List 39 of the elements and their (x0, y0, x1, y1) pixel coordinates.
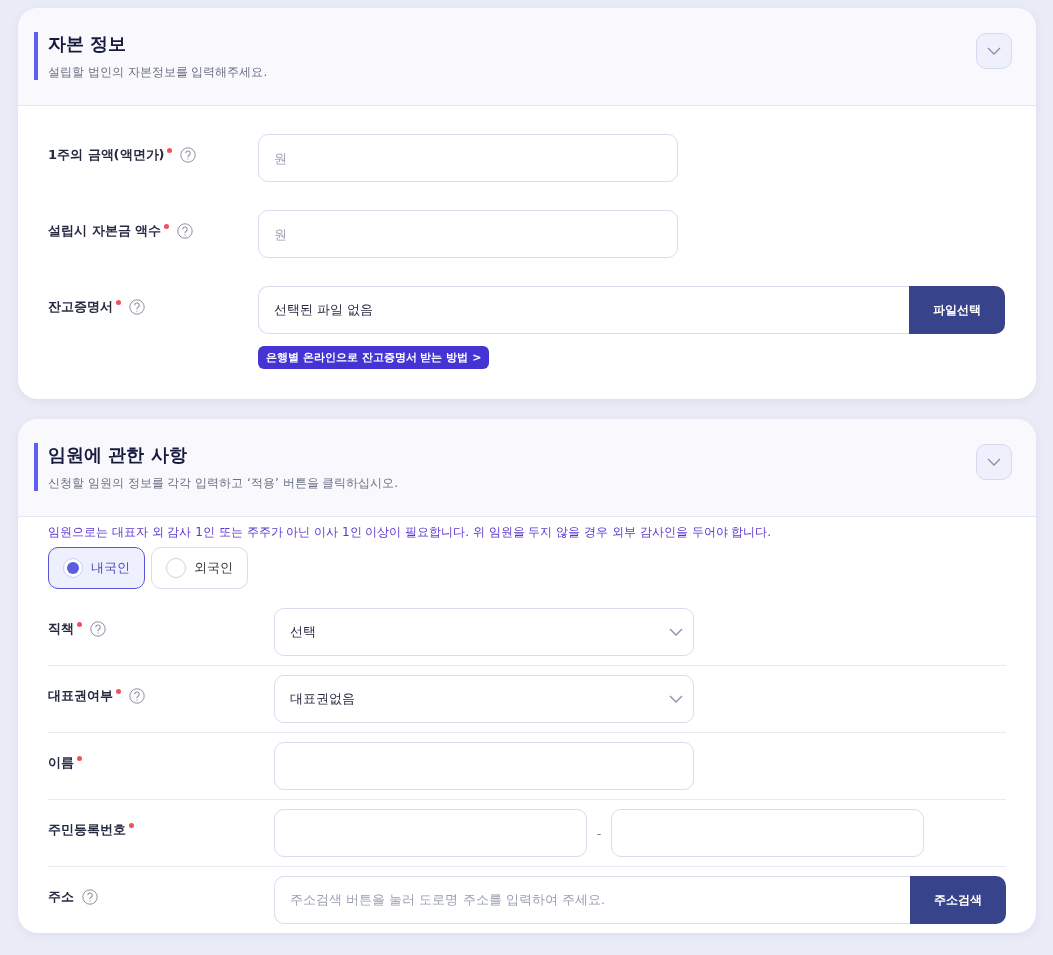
chevron-down-icon (987, 47, 1001, 55)
text-input[interactable] (274, 809, 587, 857)
field-label: 설립시 자본금 액수 (48, 222, 162, 240)
help-icon[interactable] (90, 621, 106, 637)
field-label: 잔고증명서 (48, 298, 113, 316)
help-icon[interactable] (180, 147, 197, 163)
collapse-button[interactable] (976, 444, 1012, 480)
help-icon[interactable] (129, 688, 145, 704)
chevron-down-icon (987, 458, 1001, 466)
section-subtitle: 신청할 임원의 정보를 각각 입력하고 ‘적용’ 버튼을 클릭하십시오. (48, 475, 399, 491)
field-label: 직책 (48, 620, 74, 638)
separator-dash: - (595, 825, 603, 841)
section-title: 자본 정보 (48, 32, 128, 56)
select-dropdown[interactable]: 선택 (274, 608, 694, 656)
guide-link[interactable]: 은행별 온라인으로 잔고증명서 받는 방법 > (258, 346, 490, 369)
help-icon[interactable] (177, 223, 194, 239)
caret-icon (669, 628, 683, 636)
help-icon[interactable] (82, 889, 98, 905)
collapse-button[interactable] (976, 33, 1012, 69)
text-input[interactable]: 원 (258, 210, 678, 258)
text-input[interactable]: 원 (258, 134, 678, 182)
select-dropdown[interactable]: 대표권없음 (274, 675, 694, 723)
field-label: 주민등록번호 (48, 821, 126, 839)
radio-option[interactable]: 내국인 (48, 547, 145, 589)
caret-icon (669, 695, 683, 703)
field-label: 이름 (48, 754, 74, 772)
file-select-button[interactable]: 파일선택 (909, 286, 1005, 334)
section-title: 임원에 관한 사항 (48, 443, 188, 467)
field-label: 주소 (48, 888, 74, 906)
field-label: 대표권여부 (48, 687, 113, 705)
file-name-field: 선택된 파일 없음 (258, 286, 909, 334)
text-input[interactable] (611, 809, 924, 857)
field-label: 1주의 금액(액면가) (48, 146, 165, 164)
address-search-button[interactable]: 주소검색 (910, 876, 1006, 924)
text-input[interactable] (274, 742, 694, 790)
notice-text: 임원으로는 대표자 외 감사 1인 또는 주주가 아닌 이사 1인 이상이 필요합니다. 위 임원을 두지 않을 경우 외부 감사인을 두어야 합니다. (48, 524, 773, 541)
section-subtitle: 설립할 법인의 자본정보를 입력해주세요. (48, 64, 268, 80)
radio-option[interactable]: 외국인 (151, 547, 248, 589)
help-icon[interactable] (129, 299, 145, 315)
